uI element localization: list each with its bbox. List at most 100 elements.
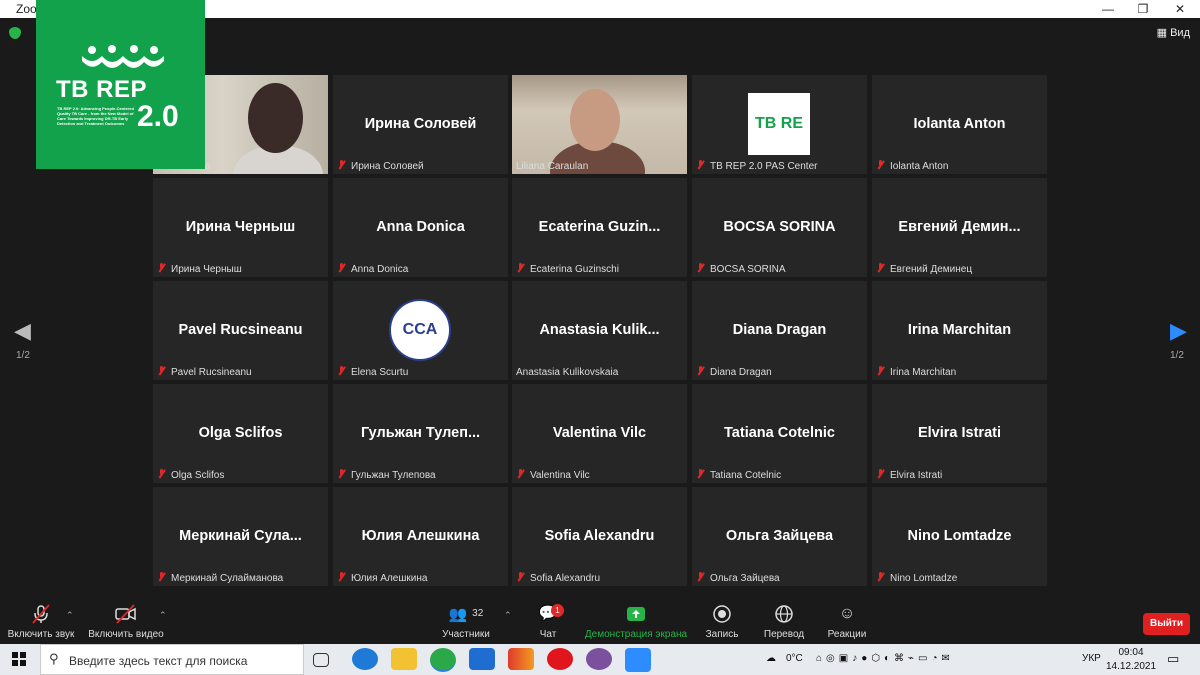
microphone-muted-icon bbox=[696, 469, 705, 479]
chrome-icon[interactable] bbox=[430, 648, 456, 672]
participant-display-name: Olga Sclifos bbox=[198, 425, 283, 441]
globe-icon bbox=[775, 605, 793, 623]
participant-name-label: Elena Scurtu bbox=[351, 367, 409, 378]
next-page-icon[interactable]: ▶ bbox=[1170, 318, 1187, 344]
participant-tile[interactable]: Anna Donica Anna Donica bbox=[333, 178, 508, 277]
participants-caret-icon[interactable]: ⌃ bbox=[504, 610, 512, 621]
participant-name-label: Olga Sclifos bbox=[171, 470, 225, 481]
participant-tile[interactable]: Pavel Rucsineanu Pavel Rucsineanu bbox=[153, 281, 328, 380]
participant-display-name: Tatiana Cotelnic bbox=[724, 425, 835, 441]
participant-tile[interactable]: CCA Elena Scurtu bbox=[333, 281, 508, 380]
participant-name-bar: Elvira Istrati bbox=[876, 469, 942, 481]
file-explorer-icon[interactable] bbox=[391, 648, 417, 670]
clock-time[interactable]: 09:04 bbox=[1111, 647, 1151, 658]
taskbar-search[interactable]: ⚲ Введите здесь текст для поиска bbox=[40, 644, 304, 675]
edge-icon[interactable] bbox=[352, 648, 378, 670]
participant-display-name: Ecaterina Guzin... bbox=[538, 219, 661, 235]
participant-tile[interactable]: Olga Sclifos Olga Sclifos bbox=[153, 384, 328, 483]
participant-name-label: Elvira Istrati bbox=[890, 470, 943, 481]
microphone-muted-icon bbox=[157, 366, 166, 376]
participant-tile[interactable]: TB RE TB REP 2.0 PAS Center bbox=[692, 75, 867, 174]
participant-display-name: BOCSA SORINA bbox=[723, 219, 836, 235]
participant-tile[interactable]: Elvira Istrati Elvira Istrati bbox=[872, 384, 1047, 483]
record-button[interactable]: Запись bbox=[702, 603, 742, 640]
participant-name-label: Nino Lomtadze bbox=[890, 573, 958, 584]
participant-tile[interactable]: Евгений Демин... Евгений Деминец bbox=[872, 178, 1047, 277]
leave-button[interactable]: Выйти bbox=[1143, 613, 1190, 635]
participant-tile[interactable]: Ирина Черныш Ирина Черныш bbox=[153, 178, 328, 277]
opera-icon[interactable] bbox=[547, 648, 573, 670]
participant-name-label: Diana Dragan bbox=[710, 367, 772, 378]
participant-name-bar: Anastasia Kulikovskaia bbox=[516, 367, 618, 378]
viber-icon[interactable] bbox=[586, 648, 612, 670]
microphone-muted-icon bbox=[337, 263, 346, 273]
microphone-muted-icon bbox=[876, 366, 885, 376]
participant-name-label: Евгений Деминец bbox=[890, 264, 973, 275]
participant-name-bar: BOCSA SORINA bbox=[696, 263, 786, 275]
clock-date[interactable]: 14.12.2021 bbox=[1106, 661, 1156, 672]
participant-display-name: Меркинай Сула... bbox=[179, 528, 302, 544]
participant-name-bar: Tatiana Cotelnic bbox=[696, 469, 781, 481]
audio-options-caret-icon[interactable]: ⌃ bbox=[66, 610, 74, 621]
security-shield-icon[interactable] bbox=[9, 27, 21, 39]
participant-display-name: Irina Marchitan bbox=[907, 322, 1012, 338]
participant-tile[interactable]: Valentina Vilc Valentina Vilc bbox=[512, 384, 687, 483]
participant-tile[interactable]: Ecaterina Guzin... Ecaterina Guzinschi bbox=[512, 178, 687, 277]
participant-tile[interactable]: BOCSA SORINA BOCSA SORINA bbox=[692, 178, 867, 277]
task-view-icon[interactable] bbox=[313, 653, 329, 667]
participant-tile[interactable]: Irina Marchitan Irina Marchitan bbox=[872, 281, 1047, 380]
reactions-button[interactable]: ☺ Реакции bbox=[824, 603, 870, 640]
logo-version: 2.0 bbox=[137, 100, 179, 133]
participant-tile[interactable]: Nino Lomtadze Nino Lomtadze bbox=[872, 487, 1047, 586]
zoom-icon[interactable] bbox=[625, 648, 651, 672]
participant-display-name: Valentina Vilc bbox=[552, 425, 647, 441]
profile-picture-logo: TB RE bbox=[748, 93, 810, 155]
participant-name-bar: Евгений Деминец bbox=[876, 263, 972, 275]
participant-display-name: Diana Dragan bbox=[732, 322, 827, 338]
participants-button[interactable]: 👥 32 Участники bbox=[436, 603, 496, 640]
winrar-icon[interactable] bbox=[508, 648, 534, 670]
language-indicator[interactable]: УКР bbox=[1082, 653, 1101, 664]
share-screen-button[interactable]: Демонстрация экрана bbox=[583, 603, 689, 640]
participant-tile[interactable]: Diana Dragan Diana Dragan bbox=[692, 281, 867, 380]
translate-button[interactable]: Перевод bbox=[760, 603, 808, 640]
smiley-icon: ☺ bbox=[838, 605, 856, 622]
record-icon bbox=[713, 605, 731, 623]
unmute-button[interactable]: Включить звук bbox=[6, 603, 76, 640]
participant-tile[interactable]: Anastasia Kulik... Anastasia Kulikovskaia bbox=[512, 281, 687, 380]
participant-name-bar: Ольга Зайцева bbox=[696, 572, 780, 584]
previous-page-icon[interactable]: ◀ bbox=[14, 318, 31, 344]
participant-tile[interactable]: Iolanta Anton Iolanta Anton bbox=[872, 75, 1047, 174]
participant-name-label: BOCSA SORINA bbox=[710, 264, 786, 275]
participant-tile[interactable]: Liliana Caraulan bbox=[512, 75, 687, 174]
people-logo-icon bbox=[82, 45, 164, 68]
participant-tile[interactable]: Юлия Алешкина Юлия Алешкина bbox=[333, 487, 508, 586]
participant-tile[interactable]: Ирина Соловей Ирина Соловей bbox=[333, 75, 508, 174]
participant-name-bar: Nino Lomtadze bbox=[876, 572, 957, 584]
participant-name-label: Гульжан Тулепова bbox=[351, 470, 436, 481]
search-input[interactable]: Введите здесь текст для поиска bbox=[69, 654, 247, 668]
microphone-muted-icon bbox=[337, 469, 346, 479]
tray-icons[interactable]: ⌂◎▣♪●⬡◐⌘⌁▭◔✉ bbox=[816, 653, 954, 664]
participant-tile[interactable]: Гульжан Тулеп... Гульжан Тулепова bbox=[333, 384, 508, 483]
microphone-muted-icon bbox=[337, 160, 346, 170]
start-video-button[interactable]: Включить видео bbox=[86, 603, 166, 640]
microphone-muted-icon bbox=[696, 160, 705, 170]
participant-tile[interactable]: Sofia Alexandru Sofia Alexandru bbox=[512, 487, 687, 586]
windows-start-icon[interactable] bbox=[12, 652, 26, 666]
participant-tile[interactable]: Меркинай Сула... Меркинай Сулайманова bbox=[153, 487, 328, 586]
participants-count: 32 bbox=[472, 608, 484, 619]
close-button[interactable]: ✕ bbox=[1162, 0, 1198, 18]
page-indicator-left: 1/2 bbox=[16, 350, 30, 361]
participant-tile[interactable]: Tatiana Cotelnic Tatiana Cotelnic bbox=[692, 384, 867, 483]
participant-name-bar: Irina Marchitan bbox=[876, 366, 956, 378]
minimize-button[interactable]: — bbox=[1090, 0, 1126, 18]
video-options-caret-icon[interactable]: ⌃ bbox=[159, 610, 167, 621]
grid-view-icon: ▦ bbox=[1156, 27, 1171, 39]
participant-tile[interactable]: Ольга Зайцева Ольга Зайцева bbox=[692, 487, 867, 586]
maximize-button[interactable]: ❐ bbox=[1125, 0, 1161, 18]
notification-icon[interactable]: ▭ bbox=[1167, 651, 1179, 667]
mail-icon[interactable] bbox=[469, 648, 495, 670]
view-button[interactable]: ▦ Вид bbox=[1157, 26, 1190, 39]
participant-name-label: TB REP 2.0 PAS Center bbox=[710, 161, 818, 172]
